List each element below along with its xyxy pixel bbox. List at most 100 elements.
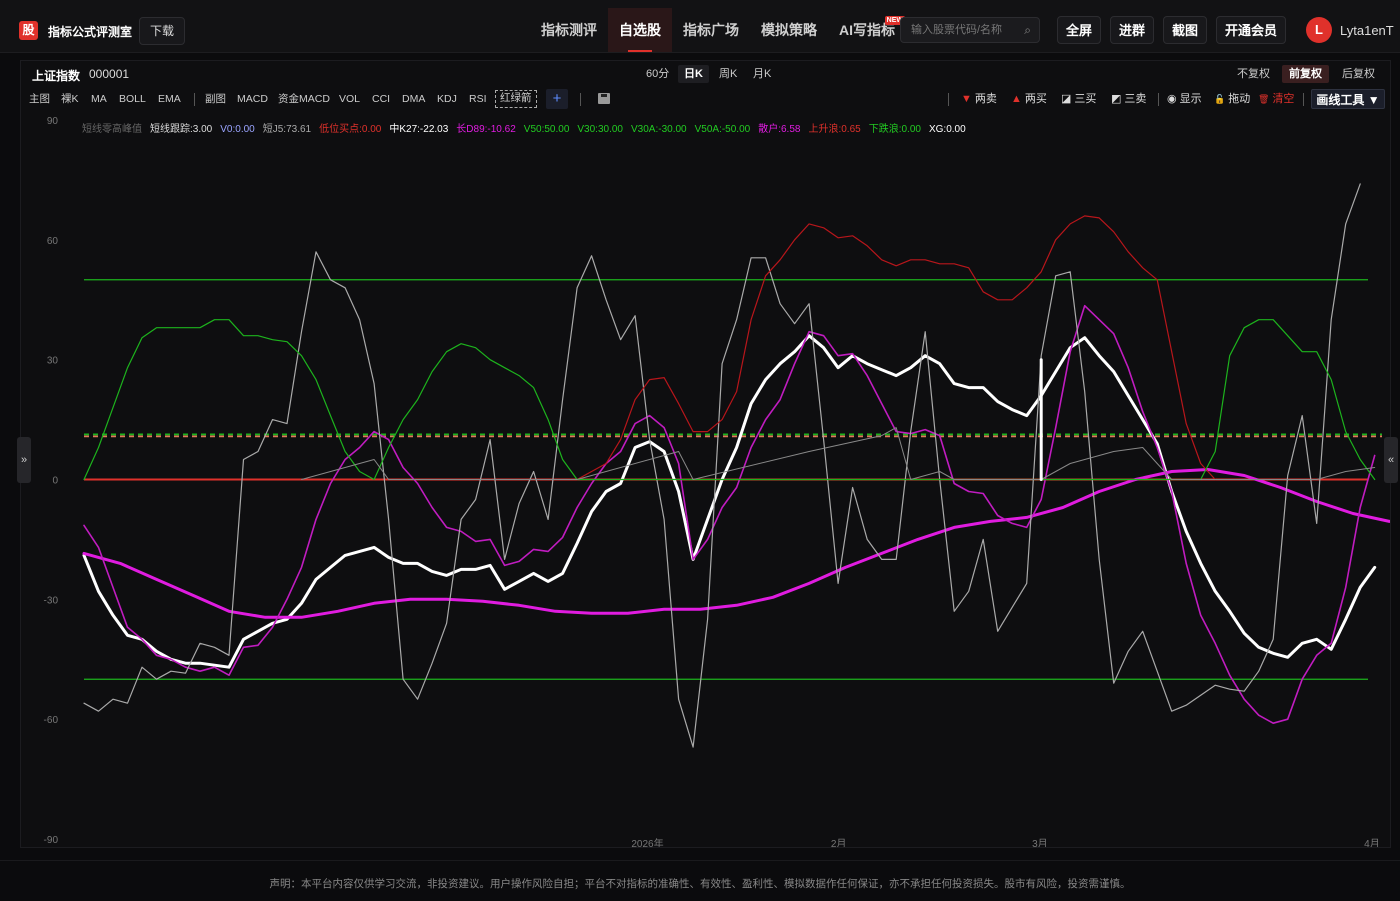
legend-entry: 中K27:-22.03 bbox=[389, 122, 448, 135]
ind-dma[interactable]: DMA bbox=[402, 89, 425, 109]
three-buy-icon: ◪ bbox=[1061, 93, 1072, 105]
tool-clear[interactable]: 🗑 清空 bbox=[1258, 89, 1294, 109]
ind-ma[interactable]: MA bbox=[91, 89, 107, 109]
stock-name: 上证指数 bbox=[32, 69, 81, 83]
legend-entry: 短J5:73.61 bbox=[263, 122, 312, 135]
tool-label: 三买 bbox=[1074, 93, 1097, 105]
save-icon[interactable] bbox=[598, 93, 610, 104]
legend-entry: 长D89:-10.62 bbox=[456, 123, 516, 135]
tool-two-sell[interactable]: ▼ 两卖 bbox=[961, 89, 997, 109]
screenshot-button[interactable]: 截图 bbox=[1163, 16, 1207, 44]
nav-item-ai-indicator[interactable]: AI写指标 NEW bbox=[828, 8, 909, 52]
period-month[interactable]: 月K bbox=[747, 65, 777, 83]
ind-cci[interactable]: CCI bbox=[372, 89, 390, 109]
ind-fund-macd[interactable]: 资金MACD bbox=[278, 89, 330, 109]
main-nav: 指标测评 自选股 指标广场 模拟策略 AI写指标 NEW bbox=[530, 8, 909, 52]
three-sell-icon: ◩ bbox=[1111, 93, 1122, 105]
avatar[interactable]: L bbox=[1306, 17, 1332, 43]
y-tick-label: -90 bbox=[44, 835, 59, 846]
y-tick-label: 30 bbox=[47, 356, 59, 367]
legend-entry: V50A:-50.00 bbox=[695, 124, 751, 135]
ind-naked-k[interactable]: 裸K bbox=[61, 89, 79, 109]
x-tick-label: 2月 bbox=[831, 838, 847, 847]
period-day[interactable]: 日K bbox=[678, 65, 709, 83]
legend-entry: 低位买点:0.00 bbox=[319, 122, 382, 135]
x-tick-label: 3月 bbox=[1032, 838, 1048, 847]
tool-drag[interactable]: 🔓 拖动 bbox=[1214, 89, 1250, 109]
divider bbox=[194, 93, 195, 106]
ind-vol[interactable]: VOL bbox=[339, 89, 360, 109]
ind-main-chart[interactable]: 主图 bbox=[29, 89, 50, 109]
nav-item-sim-strategy[interactable]: 模拟策略 bbox=[750, 8, 828, 52]
divider bbox=[1158, 93, 1159, 106]
stock-search[interactable]: ⌕ bbox=[900, 17, 1040, 43]
y-tick-label: -30 bbox=[44, 595, 59, 606]
legend-entry: 散户:6.58 bbox=[758, 122, 801, 135]
adjust-backward[interactable]: 后复权 bbox=[1335, 65, 1382, 83]
expand-right-toggle[interactable]: « bbox=[1384, 437, 1398, 483]
ind-red-green-arrow[interactable]: 红绿箭 bbox=[495, 90, 537, 108]
legend-entry: XG:0.00 bbox=[929, 124, 966, 135]
nav-item-watchlist[interactable]: 自选股 bbox=[608, 8, 672, 52]
fullscreen-button[interactable]: 全屏 bbox=[1057, 16, 1101, 44]
ind-macd[interactable]: MACD bbox=[237, 89, 268, 109]
legend-entry: 下跌浪:0.00 bbox=[869, 122, 922, 135]
ind-boll[interactable]: BOLL bbox=[119, 89, 146, 109]
stock-code: 000001 bbox=[89, 67, 130, 81]
nav-item-indicator-square[interactable]: 指标广场 bbox=[672, 8, 750, 52]
tool-three-buy[interactable]: ◪ 三买 bbox=[1061, 89, 1096, 109]
adjust-none[interactable]: 不复权 bbox=[1230, 65, 1277, 83]
tool-label: 清空 bbox=[1272, 93, 1295, 105]
divider bbox=[580, 93, 581, 106]
y-tick-label: 60 bbox=[47, 236, 59, 247]
period-week[interactable]: 周K bbox=[713, 65, 743, 83]
tool-label: 拖动 bbox=[1228, 93, 1251, 105]
add-indicator-button[interactable]: + bbox=[546, 89, 568, 109]
tool-label: 两买 bbox=[1024, 93, 1047, 105]
ind-sub-chart[interactable]: 副图 bbox=[205, 89, 226, 109]
nav-item-indicator-review[interactable]: 指标测评 bbox=[530, 8, 608, 52]
tool-label: 两卖 bbox=[974, 93, 997, 105]
tool-show[interactable]: ◉ 显示 bbox=[1167, 89, 1202, 109]
legend-entry: 短线跟踪:3.00 bbox=[150, 122, 213, 135]
tool-label: 三卖 bbox=[1124, 93, 1147, 105]
legend-entry: 上升浪:0.65 bbox=[808, 122, 861, 135]
vip-button[interactable]: 开通会员 bbox=[1216, 16, 1286, 44]
search-input[interactable] bbox=[901, 18, 1023, 42]
expand-left-toggle[interactable]: » bbox=[17, 437, 31, 483]
indicator-chart[interactable]: 90 60 30 0 -30 -60 -90 2026年 2月 3月 4月 短线零高峰值 短线跟踪:3.… bbox=[20, 112, 1390, 847]
draw-tools-dropdown[interactable]: 画线工具 ▼ bbox=[1311, 89, 1385, 109]
download-button[interactable]: 下载 bbox=[139, 17, 185, 45]
username[interactable]: Lyta1enT bbox=[1340, 23, 1394, 38]
ind-kdj[interactable]: KDJ bbox=[437, 89, 457, 109]
divider bbox=[1303, 93, 1304, 106]
tool-three-sell[interactable]: ◩ 三卖 bbox=[1111, 89, 1146, 109]
x-tick-label: 2026年 bbox=[631, 837, 663, 847]
legend-entry: V30:30.00 bbox=[577, 124, 623, 135]
legend-entry: V0:0.00 bbox=[220, 124, 255, 135]
disclaimer-text: 声明：本平台内容仅供学习交流，非投资建议。用户操作风险自担；平台不对指标的准确性… bbox=[269, 878, 1131, 890]
ind-ema[interactable]: EMA bbox=[158, 89, 181, 109]
eye-icon: ◉ bbox=[1167, 93, 1177, 105]
app-title: 指标公式评测室 bbox=[48, 25, 133, 39]
trash-icon: 🗑 bbox=[1258, 94, 1270, 104]
join-group-button[interactable]: 进群 bbox=[1110, 16, 1154, 44]
period-60min[interactable]: 60分 bbox=[640, 65, 675, 83]
lock-icon: 🔓 bbox=[1214, 94, 1226, 104]
top-bar: 股 指标公式评测室 下载 指标测评 自选股 指标广场 模拟策略 AI写指标 NE… bbox=[0, 0, 1400, 53]
legend-entry: 短线零高峰值 bbox=[82, 122, 142, 135]
legend-entry: V30A:-30.00 bbox=[631, 124, 687, 135]
buy-arrow-icon: ▲ bbox=[1011, 93, 1022, 105]
app-logo-icon: 股 bbox=[19, 21, 38, 40]
y-tick-label: -60 bbox=[44, 715, 59, 726]
legend-entry: V50:50.00 bbox=[524, 124, 570, 135]
divider bbox=[948, 93, 949, 106]
tool-two-buy[interactable]: ▲ 两买 bbox=[1011, 89, 1047, 109]
x-tick-label: 4月 bbox=[1364, 838, 1380, 847]
y-tick-label: 0 bbox=[52, 476, 58, 487]
search-icon[interactable]: ⌕ bbox=[1024, 23, 1031, 38]
y-tick-label: 90 bbox=[47, 116, 59, 127]
adjust-forward[interactable]: 前复权 bbox=[1282, 65, 1329, 83]
tool-label: 显示 bbox=[1179, 93, 1202, 105]
ind-rsi[interactable]: RSI bbox=[469, 89, 487, 109]
